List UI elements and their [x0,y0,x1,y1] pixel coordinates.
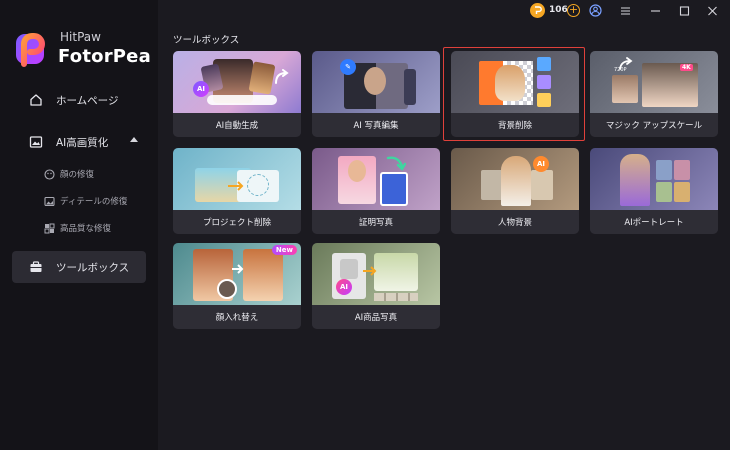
tool-card-object-removal[interactable]: プロジェクト削除 [173,148,301,234]
photo-icon [44,196,55,207]
add-coins-icon[interactable]: + [567,4,580,17]
ai-generate-thumbnail: AI [173,51,301,113]
tool-card-face-swap[interactable]: New 顔入れ替え [173,243,301,329]
tool-card-label: AIポートレート [590,210,718,234]
arrow-icon [275,69,289,84]
ai-photo-edit-thumbnail: ✎ [312,51,440,113]
toolbox-icon [28,259,44,275]
page-title: ツールボックス [173,35,240,46]
coin-icon[interactable] [530,3,545,18]
selected-card-highlight [443,47,585,141]
sidebar-subitem-hq-repair[interactable]: 高品質な修復 [44,220,111,236]
tool-card-magic-upscale[interactable]: 720P 4K マジック アップスケール [590,51,718,137]
minimize-icon[interactable] [648,3,663,18]
tool-card-label: AI自動生成 [173,113,301,137]
ai-product-photo-thumbnail: AI [312,243,440,305]
face-icon [44,168,55,180]
tool-card-label: プロジェクト削除 [173,210,301,234]
sidebar: HitPaw FotorPea ホームページ AI高画質化 顔の修復 ディテール… [0,0,158,450]
photo-edit-icon: ✎ [340,59,356,75]
home-icon [28,92,44,108]
arrow-right-icon [228,181,244,191]
4k-badge: 4K [680,64,693,71]
chevron-up-icon[interactable] [130,137,138,142]
tool-card-ai-generate[interactable]: AI AI自動生成 [173,51,301,137]
tool-card-ai-photo-edit[interactable]: ✎ AI 写真編集 [312,51,440,137]
sidebar-item-label: ツールボックス [56,261,130,274]
tool-card-label: 証明写真 [312,210,440,234]
menu-icon[interactable] [618,3,633,18]
title-bar [158,0,730,22]
tool-card-id-photo[interactable]: 証明写真 [312,148,440,234]
tool-card-ai-portrait[interactable]: AIポートレート [590,148,718,234]
tool-card-portrait-background[interactable]: AI 人物背景 [451,148,579,234]
sidebar-subitem-detail-repair[interactable]: ディテールの修復 [44,193,127,209]
object-removal-thumbnail [173,148,301,210]
close-icon[interactable] [705,3,720,18]
app-logo-icon [16,33,45,67]
arrow-icon [386,156,407,171]
brand-company: HitPaw [60,30,101,44]
arrow-right-icon [232,264,244,274]
ai-badge: AI [336,279,352,295]
sidebar-item-label: AI高画質化 [56,136,109,149]
tool-card-ai-product-photo[interactable]: AI AI商品写真 [312,243,440,329]
tool-card-label: AI 写真編集 [312,113,440,137]
sidebar-subitem-face-repair[interactable]: 顔の修復 [44,166,94,182]
sidebar-item-home[interactable]: ホームページ [12,84,146,116]
image-enhance-icon [28,134,44,150]
ai-badge: AI [193,81,209,97]
tool-card-label: マジック アップスケール [590,113,718,137]
account-icon[interactable] [588,3,603,18]
tool-card-label: 顔入れ替え [173,305,301,329]
sidebar-item-ai-enhance[interactable]: AI高画質化 [12,126,146,158]
new-badge: New [271,245,297,255]
ai-badge: AI [533,156,549,172]
brand-product: FotorPea [58,46,151,67]
coin-balance: 106 [549,5,568,15]
sidebar-item-label: ホームページ [56,94,119,107]
sidebar-item-toolbox[interactable]: ツールボックス [12,251,146,283]
quality-icon [44,223,55,234]
tool-card-label: AI商品写真 [312,305,440,329]
arrow-icon [619,57,633,70]
portrait-background-thumbnail: AI [451,148,579,210]
sidebar-subitem-label: 高品質な修復 [60,224,112,234]
tool-card-label: 人物背景 [451,210,579,234]
id-photo-thumbnail [312,148,440,210]
maximize-icon[interactable] [677,3,692,18]
sidebar-subitem-label: 顔の修復 [60,170,95,180]
magic-upscale-thumbnail: 720P 4K [590,51,718,113]
arrow-right-icon [363,266,377,276]
ai-portrait-thumbnail [590,148,718,210]
sidebar-subitem-label: ディテールの修復 [60,197,128,207]
